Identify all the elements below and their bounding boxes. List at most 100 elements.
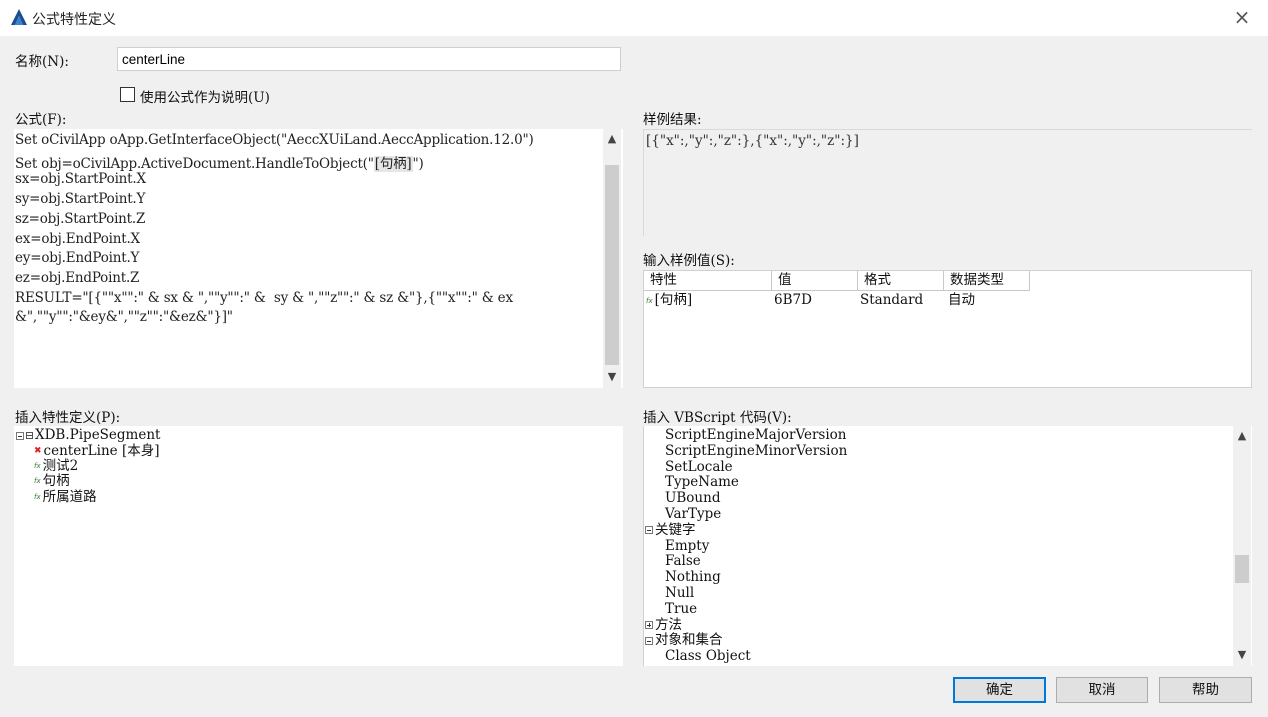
formula-text-segment: ez=obj.EndPoint.Z [15,269,140,286]
tree-item-test2[interactable]: fx 测试2 [34,459,78,474]
tree-root[interactable]: XDB.PipeSegment [16,428,160,443]
use-formula-as-description-label: 使用公式作为说明(U) [140,90,270,106]
help-button[interactable]: 帮助 [1159,677,1252,703]
table-row-property[interactable]: fx [句柄] [646,291,692,309]
vbscript-item[interactable]: VarType [665,507,721,522]
formula-text-segment: ey=obj.EndPoint.Y [15,250,140,267]
autocad-a-icon [11,9,27,25]
formula-line: RESULT="[{""x"":" & sx & ",""y"":" & sy … [15,290,513,306]
tree-item-label: centerLine [43,443,118,459]
formula-text-segment: sx=obj.StartPoint.X [15,171,146,188]
vbscript-item[interactable]: Class Object [665,649,751,664]
vbscript-item[interactable]: Empty [665,537,710,554]
tree-item-road[interactable]: fx 所属道路 [34,490,97,505]
collapse-icon[interactable] [645,636,653,645]
formula-line: Set oCivilApp oApp.GetInterfaceObject("A… [15,132,534,148]
vbscript-item-label: Null [665,585,695,601]
formula-scrollbar[interactable]: ▲ ▼ [603,129,621,388]
vbscript-item[interactable]: ScriptEngineMajorVersion [665,428,847,443]
vbscript-item[interactable]: Nothing [665,570,721,585]
formula-line: ex=obj.EndPoint.X [15,231,140,247]
formula-editor[interactable]: Set oCivilApp oApp.GetInterfaceObject("A… [14,129,623,388]
sample-values-table[interactable]: 特性 值 格式 数据类型 fx [句柄] 6B7D Standard 自动 [643,270,1252,388]
vbscript-item[interactable]: TypeName [665,475,739,490]
cell-data-type[interactable]: 自动 [948,291,975,309]
sample-values-label: 输入样例值(S): [643,253,735,269]
column-header-format[interactable]: 格式 [858,271,944,291]
name-input[interactable] [117,47,621,71]
scroll-thumb[interactable] [1235,555,1249,583]
formula-text-segment: ") [412,155,424,172]
vbscript-item-label: Empty [665,537,710,554]
ok-button[interactable]: 确定 [953,677,1046,703]
formula-line: sx=obj.StartPoint.X [15,171,146,187]
vbscript-group[interactable]: 方法 [645,616,682,633]
tree-root-label: XDB.PipeSegment [35,427,161,443]
property-tree[interactable]: XDB.PipeSegment ✖ centerLine [本身] fx 测试2 f… [14,426,623,666]
vbscript-tree[interactable]: ScriptEngineMajorVersion ScriptEngineMino… [643,426,1252,666]
title-bar: 公式特性定义 × [0,0,1268,36]
vbscript-item-label: VarType [665,506,722,522]
close-icon[interactable]: × [1230,6,1254,30]
formula-icon: fx [646,296,653,305]
formula-label: 公式(F): [15,112,67,128]
scroll-up-icon[interactable]: ▲ [1233,428,1251,444]
vbscript-item-label: TypeName [665,474,739,491]
vbscript-item[interactable]: UBound [665,491,720,506]
formula-text[interactable]: Set oCivilApp oApp.GetInterfaceObject("A… [15,132,600,382]
cell-format[interactable]: Standard [860,291,923,309]
vbscript-item-label: UBound [665,490,721,507]
formula-text-segment: sz=obj.StartPoint.Z [15,210,146,227]
vbscript-item-label: 对象和集合 [655,632,723,649]
tree-item-handle[interactable]: fx 句柄 [34,474,70,489]
formula-text-segment: Set obj=oCivilApp.ActiveDocument.HandleT… [15,155,374,172]
use-formula-as-description-checkbox[interactable] [120,87,135,102]
scroll-up-icon[interactable]: ▲ [603,131,621,147]
vbscript-item[interactable]: SetLocale [665,458,733,475]
column-header-value[interactable]: 值 [772,271,858,291]
vbscript-item[interactable]: Null [665,586,694,601]
vbscript-item-label: 关键字 [655,521,696,538]
vbscript-item-label: True [665,600,698,617]
column-header-data-type[interactable]: 数据类型 [944,271,1030,291]
cell-value[interactable]: 6B7D [774,291,812,309]
formula-text-segment: &",""y"":"&ey&",""z"":"&ez&"}]" [15,309,233,326]
tree-item-label: 测试2 [42,458,79,474]
tree-item-centerline[interactable]: ✖ centerLine [本身] [34,444,159,459]
sample-result-label: 样例结果: [643,112,702,128]
formula-text-segment: RESULT="[{""x"":" & sx & ",""y"":" & sy … [15,289,513,306]
vbscript-item-label: 方法 [655,616,682,633]
window-title: 公式特性定义 [32,12,116,28]
column-header-property[interactable]: 特性 [644,271,772,291]
expand-icon[interactable] [645,621,653,630]
vbscript-item[interactable]: True [665,600,698,617]
formula-line: sz=obj.StartPoint.Z [15,211,145,227]
cancel-button[interactable]: 取消 [1056,677,1148,703]
vbscript-item-label: ScriptEngineMinorVersion [665,442,848,459]
vbscript-group[interactable]: 对象和集合 [645,633,723,648]
sample-result-value: [{"x":,"y":,"z":},{"x":,"y":,"z":}] [646,133,859,149]
vbscript-item[interactable]: False [665,554,701,569]
vbscript-item[interactable]: ScriptEngineMinorVersion [665,442,848,459]
vbscript-scrollbar[interactable]: ▲ ▼ [1233,426,1251,666]
collapse-icon[interactable] [16,431,24,440]
formula-line: sy=obj.StartPoint.Y [15,191,145,207]
sample-result-box: [{"x":,"y":,"z":},{"x":,"y":,"z":}] [643,129,1252,236]
insert-property-label: 插入特性定义(P): [15,410,121,426]
formula-text-segment: ex=obj.EndPoint.X [15,230,140,247]
formula-icon: fx [34,493,41,501]
vbscript-item-label: ScriptEngineMajorVersion [665,427,847,443]
scroll-down-icon[interactable]: ▼ [603,369,621,385]
handle-token: [句柄] [373,155,413,172]
scroll-down-icon[interactable]: ▼ [1233,647,1251,663]
collapse-icon[interactable] [645,526,653,535]
formula-icon: fx [34,462,41,470]
vbscript-item-label: False [665,553,701,570]
formula-text-segment: sy=obj.StartPoint.Y [15,191,146,208]
scroll-thumb[interactable] [605,165,619,365]
vbscript-item-label: Class Object [665,648,751,665]
vbscript-item-label: SetLocale [665,458,733,475]
vbscript-group[interactable]: 关键字 [645,521,696,538]
formula-icon: fx [34,477,41,485]
formula-line: Set obj=oCivilApp.ActiveDocument.HandleT… [15,152,424,172]
